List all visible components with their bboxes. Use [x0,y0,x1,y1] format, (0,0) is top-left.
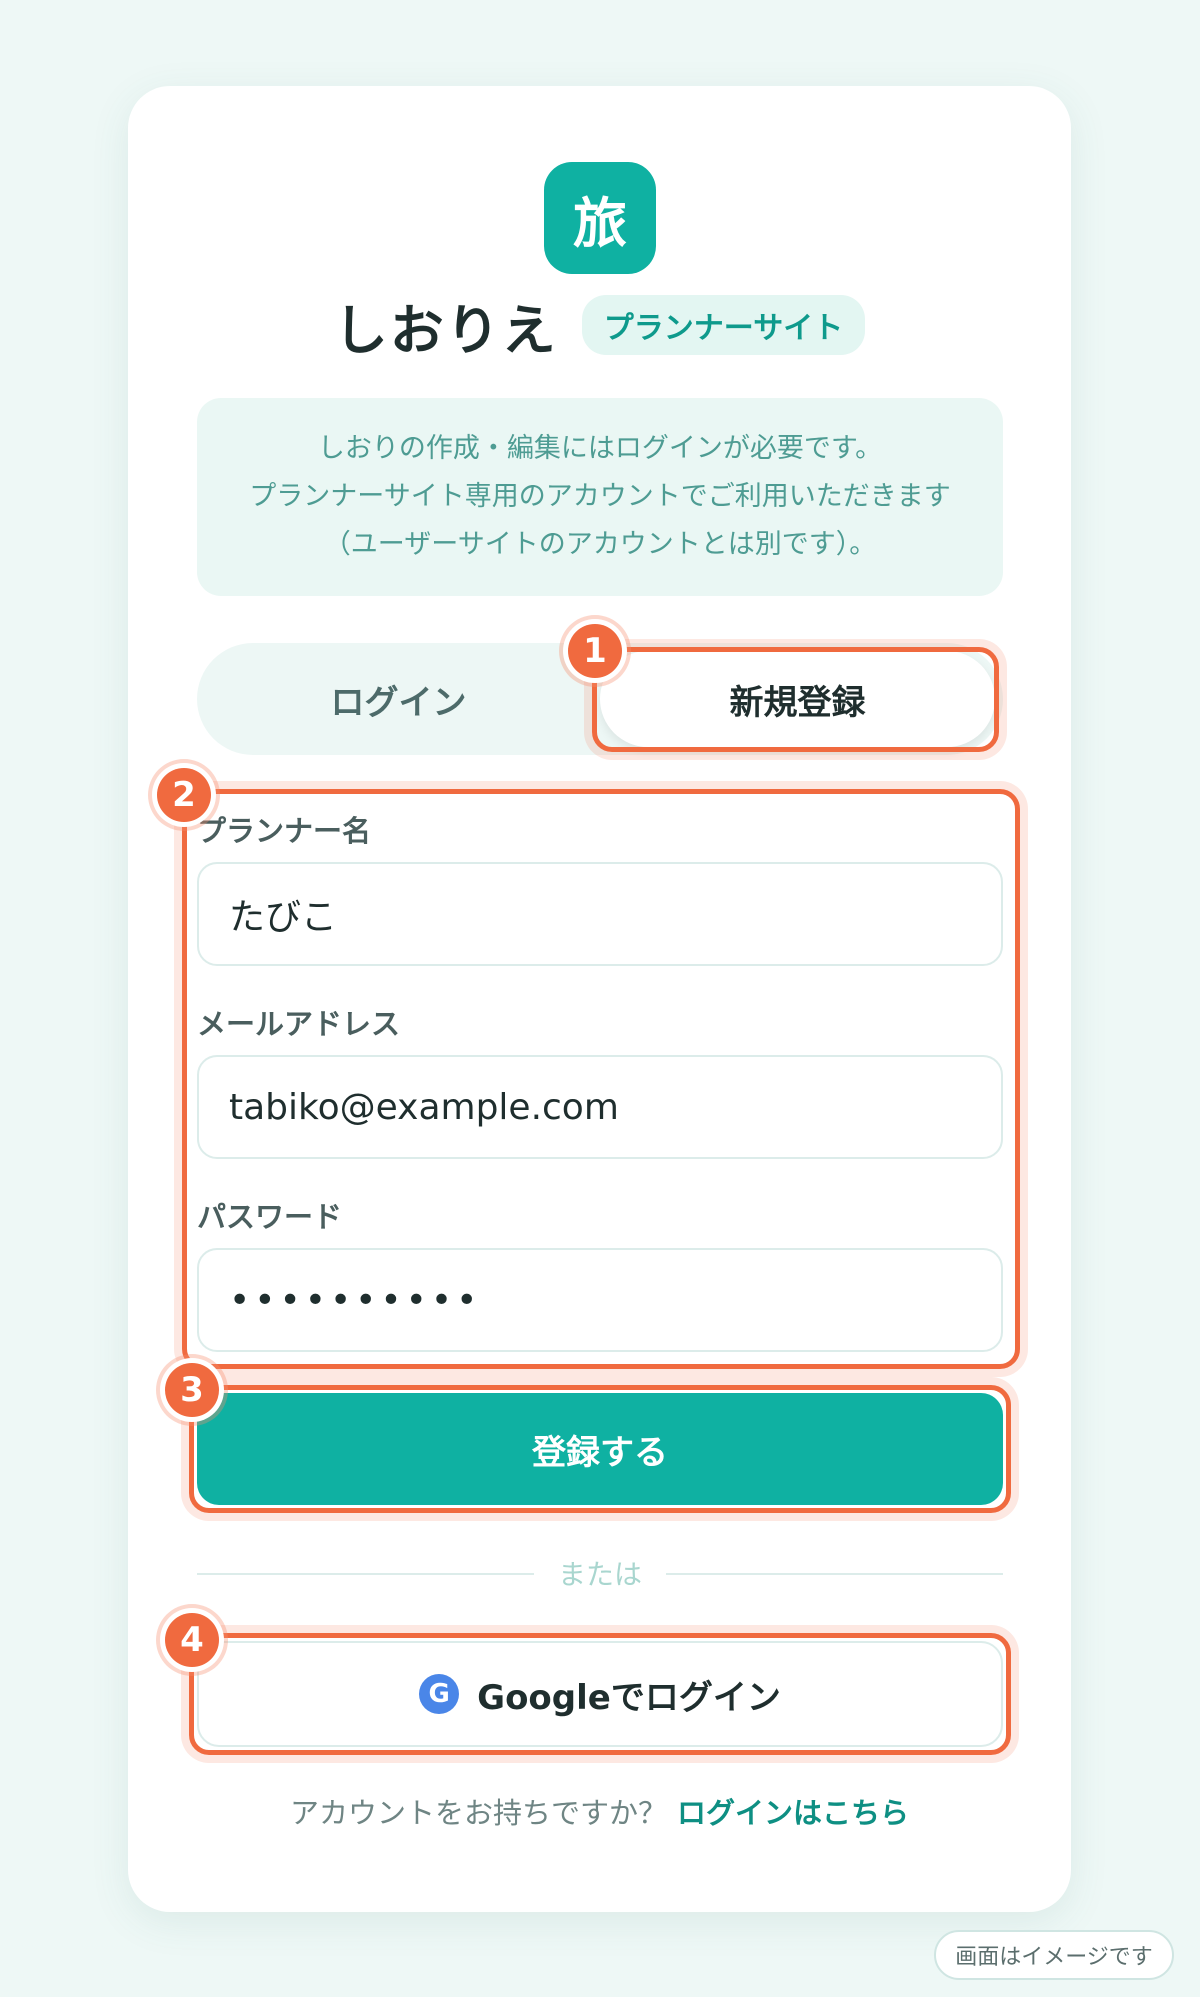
annotation-badge-4: 4 [165,1613,219,1667]
email-input[interactable] [197,1055,1003,1159]
tab-signup[interactable]: 新規登録 [600,651,995,747]
notice-line-3: （ユーザーサイトのアカウントとは別です）。 [323,529,877,560]
notice-line-2: プランナーサイト専用のアカウントでご利用いただきます [249,481,951,512]
brand-title: しおりえ [333,298,558,362]
image-note-badge: 画面はイメージです [934,1930,1174,1980]
site-badge: プランナーサイト [581,295,866,355]
google-login-label: Googleでログイン [477,1677,781,1718]
planner-name-input[interactable] [197,862,1003,966]
login-link[interactable]: ログインはこちら [677,1790,909,1832]
divider-left [197,1573,534,1575]
annotation-badge-3: 3 [165,1363,219,1417]
login-notice: しおりの作成・編集にはログインが必要です。 プランナーサイト専用のアカウントでご… [197,398,1003,596]
tab-login[interactable]: ログイン [197,643,600,755]
password-label: パスワード [197,1200,343,1234]
google-icon: G [419,1674,460,1714]
divider-right [666,1573,1003,1575]
google-login-button[interactable]: G Googleでログイン [197,1641,1003,1747]
email-label: メールアドレス [197,1007,401,1041]
divider-text: または [557,1558,642,1591]
app-logo: 旅 [544,162,656,274]
annotation-badge-1: 1 [568,624,622,678]
brand-header: しおりえ プランナーサイト [128,290,1071,362]
planner-name-label: プランナー名 [197,814,372,848]
notice-line-1: しおりの作成・編集にはログインが必要です。 [317,433,883,464]
footer-login-prompt: アカウントをお持ちですか？ ログインはこちら [128,1786,1071,1836]
account-question: アカウントをお持ちですか？ [289,1796,667,1830]
password-input[interactable] [197,1248,1003,1352]
logo-char: 旅 [573,191,627,255]
register-button[interactable]: 登録する [197,1393,1003,1505]
annotation-badge-2: 2 [157,768,211,822]
